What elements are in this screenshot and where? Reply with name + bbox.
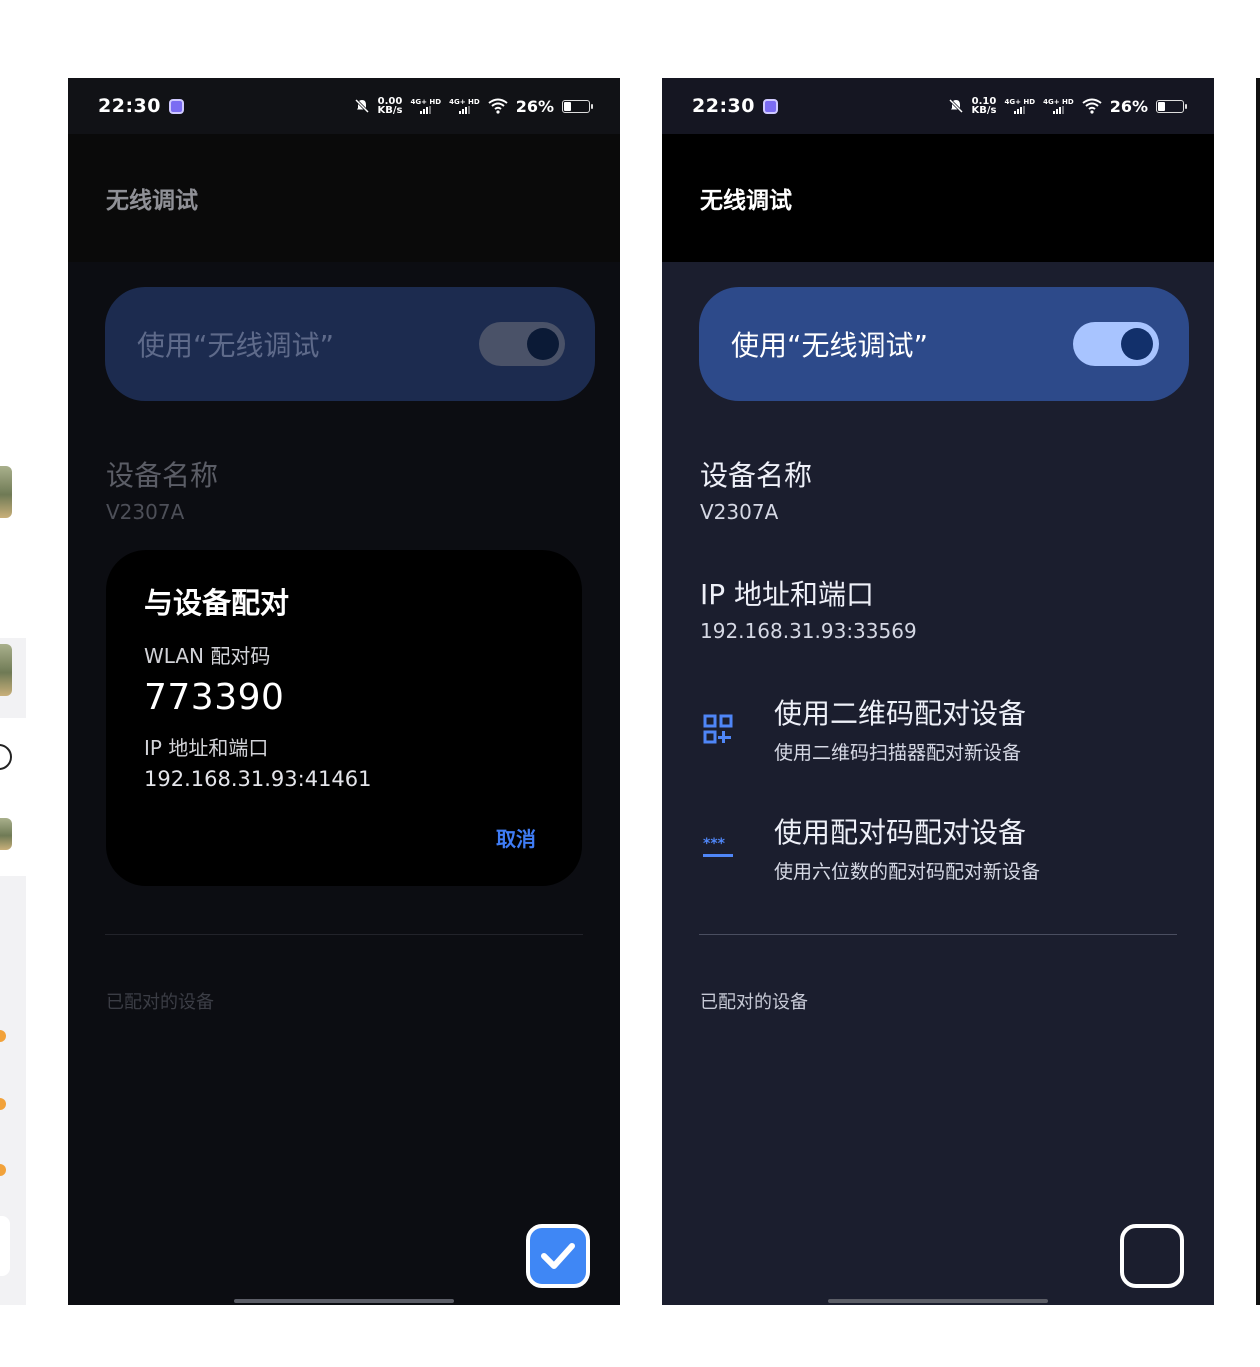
device-name-row[interactable]: 设备名称 V2307A: [106, 454, 218, 524]
switch-knob: [527, 328, 559, 360]
select-checkbox-checked[interactable]: [526, 1224, 590, 1288]
neighbor-card: [0, 78, 26, 638]
neighbor-card: [0, 1216, 10, 1276]
wlan-code-label: WLAN 配对码: [144, 644, 271, 668]
divider: [105, 934, 583, 935]
screenshot-canvas: 22:30 0.00 KB/s 4G+ HD 4G+ HD 26% 无线调试 使…: [0, 0, 1260, 1367]
clock: 22:30: [692, 95, 755, 117]
switch-knob: [1121, 328, 1153, 360]
signal-bars-icon: [420, 106, 432, 114]
divider: [699, 934, 1177, 935]
status-icons: 0.10 KB/s 4G+ HD 4G+ HD 26%: [948, 96, 1187, 116]
status-bar: 22:30 0.10 KB/s 4G+ HD 4G+ HD 26%: [662, 78, 1214, 134]
wireless-debugging-toggle-row[interactable]: 使用“无线调试”: [699, 287, 1189, 401]
neighbor-thumbnail: [0, 644, 12, 696]
network-speed: 0.00 KB/s: [377, 97, 403, 116]
neighbor-thumbnail: [0, 818, 12, 850]
select-checkbox-unchecked[interactable]: [1120, 1224, 1184, 1288]
pair-with-qr-text: 使用二维码配对设备 使用二维码扫描器配对新设备: [774, 692, 1026, 765]
signal-bars-icon: [1014, 106, 1026, 114]
pair-with-qr-subtitle: 使用二维码扫描器配对新设备: [774, 742, 1022, 764]
cancel-button[interactable]: 取消: [496, 823, 536, 852]
dialog-ip-value: 192.168.31.93:41461: [144, 767, 372, 791]
device-name-title: 设备名称: [700, 459, 813, 492]
wlan-pairing-code: 773390: [144, 677, 285, 718]
app-notification-icon: [168, 98, 184, 114]
net-speed-unit: KB/s: [971, 105, 997, 116]
qr-code-icon: [700, 711, 736, 747]
gesture-nav-bar[interactable]: [828, 1299, 1048, 1303]
toggle-label: 使用“无线调试”: [731, 329, 929, 362]
ip-port-value: 192.168.31.93:33569: [700, 619, 917, 643]
status-bar: 22:30 0.00 KB/s 4G+ HD 4G+ HD 26%: [68, 78, 620, 134]
dialog-ip-label: IP 地址和端口: [144, 736, 269, 760]
device-name-title: 设备名称: [106, 459, 219, 492]
bell-off-icon: [948, 98, 963, 114]
signal-bars-icon: [458, 106, 470, 114]
svg-text:***: ***: [703, 836, 726, 852]
wireless-debugging-switch[interactable]: [1073, 322, 1159, 366]
neighbor-thumbnail: [0, 466, 12, 518]
net-speed-unit: KB/s: [377, 105, 403, 116]
signal-bars-icon: [1052, 106, 1064, 114]
wifi-icon: [488, 98, 508, 114]
status-icons: 0.00 KB/s 4G+ HD 4G+ HD 26%: [354, 96, 593, 116]
neighbor-dot: [0, 1098, 6, 1110]
battery-icon: [562, 99, 593, 113]
pair-with-qr-title: 使用二维码配对设备: [774, 697, 1027, 730]
pair-with-code-row[interactable]: *** 使用配对码配对设备 使用六位数的配对码配对新设备: [700, 811, 1180, 884]
app-notification-icon: [762, 98, 778, 114]
neighbor-dot: [0, 1030, 6, 1042]
gesture-nav-bar[interactable]: [234, 1299, 454, 1303]
neighbor-screenshot-left: [0, 78, 26, 1305]
status-time: 22:30: [98, 95, 184, 117]
sim1-signal: 4G+ HD: [410, 98, 442, 114]
pair-with-code-text: 使用配对码配对设备 使用六位数的配对码配对新设备: [774, 811, 1040, 884]
toggle-label: 使用“无线调试”: [137, 329, 335, 362]
device-name-value: V2307A: [106, 500, 185, 524]
sim2-signal: 4G+ HD: [1043, 98, 1074, 114]
battery-percent: 26%: [515, 96, 554, 116]
neighbor-card: [0, 718, 26, 876]
paired-devices-header: 已配对的设备: [700, 992, 808, 1013]
ip-port-row[interactable]: IP 地址和端口 192.168.31.93:33569: [700, 573, 917, 643]
sim2-signal: 4G+ HD: [449, 98, 480, 114]
page-title: 无线调试: [662, 134, 1214, 262]
paired-devices-header: 已配对的设备: [106, 992, 214, 1013]
wireless-debugging-toggle-row[interactable]: 使用“无线调试”: [105, 287, 595, 401]
sim2-label: 4G+ HD: [1043, 98, 1074, 106]
battery-percent: 26%: [1109, 96, 1148, 116]
wifi-icon: [1082, 98, 1102, 114]
device-name-value: V2307A: [700, 500, 779, 524]
clock: 22:30: [98, 95, 161, 117]
pair-with-qr-row[interactable]: 使用二维码配对设备 使用二维码扫描器配对新设备: [700, 692, 1180, 765]
phone-screenshot-dialog: 22:30 0.00 KB/s 4G+ HD 4G+ HD 26% 无线调试 使…: [68, 78, 620, 1305]
network-speed: 0.10 KB/s: [971, 97, 997, 116]
wireless-debugging-switch[interactable]: [479, 322, 565, 366]
device-name-row[interactable]: 设备名称 V2307A: [700, 454, 812, 524]
battery-icon: [1156, 99, 1187, 113]
neighbor-screenshot-right: [1256, 78, 1260, 1305]
sim1-label: 4G+ HD: [410, 98, 442, 106]
pin-code-icon: ***: [700, 830, 736, 866]
sim1-label: 4G+ HD: [1004, 98, 1036, 106]
dialog-title: 与设备配对: [144, 586, 290, 620]
ip-port-title: IP 地址和端口: [700, 578, 875, 611]
check-icon: [541, 1243, 575, 1269]
phone-screenshot-settings: 22:30 0.10 KB/s 4G+ HD 4G+ HD 26% 无线调试 使…: [662, 78, 1214, 1305]
pair-with-code-subtitle: 使用六位数的配对码配对新设备: [774, 861, 1041, 883]
sim2-label: 4G+ HD: [449, 98, 480, 106]
page-title: 无线调试: [68, 134, 620, 262]
pair-device-dialog: 与设备配对 WLAN 配对码 773390 IP 地址和端口 192.168.3…: [106, 550, 582, 886]
bell-off-icon: [354, 98, 369, 114]
sim1-signal: 4G+ HD: [1004, 98, 1036, 114]
pair-with-code-title: 使用配对码配对设备: [774, 816, 1027, 849]
neighbor-dot: [0, 1164, 6, 1176]
status-time: 22:30: [692, 95, 778, 117]
